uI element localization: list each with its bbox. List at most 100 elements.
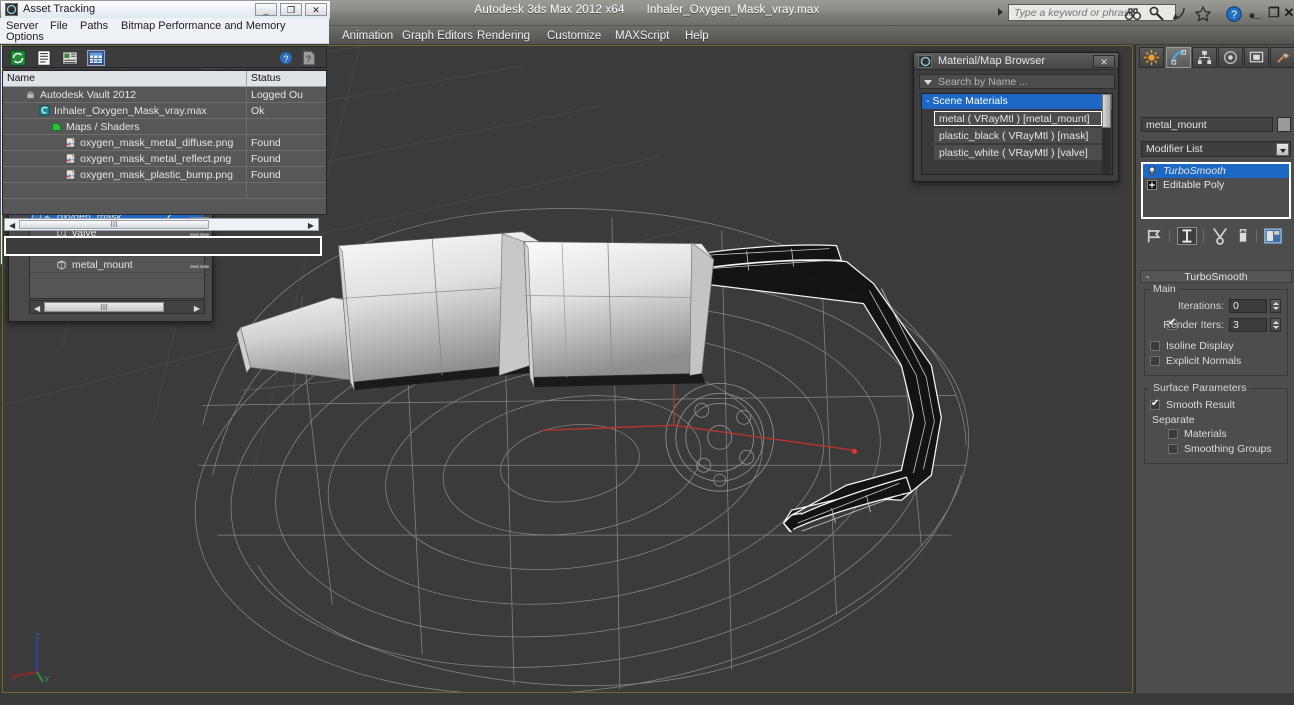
- menu-item-animation[interactable]: Animation: [335, 28, 400, 44]
- scene-materials-group[interactable]: - Scene Materials: [922, 94, 1112, 109]
- grid-view-icon[interactable]: [87, 50, 105, 66]
- pin-stack-icon[interactable]: [1145, 227, 1165, 245]
- materials-row[interactable]: Materials: [1149, 427, 1283, 442]
- asset-col-status[interactable]: Status: [251, 72, 281, 84]
- modifier-item-editable-poly[interactable]: Editable Poly: [1143, 178, 1289, 192]
- make-unique-icon[interactable]: [1210, 227, 1230, 245]
- render-iters-value[interactable]: 3: [1229, 318, 1267, 332]
- binoculars-icon[interactable]: [1124, 5, 1144, 23]
- material-item-plastic-black[interactable]: plastic_black ( VRayMtl ) [mask]: [934, 128, 1102, 143]
- asset-menu-file[interactable]: File: [50, 20, 68, 32]
- close-button[interactable]: ✕: [1281, 5, 1294, 20]
- material-browser-close-button[interactable]: ✕: [1093, 55, 1115, 68]
- maximize-button[interactable]: ❐: [1266, 5, 1282, 20]
- list-view-icon[interactable]: [35, 50, 53, 66]
- motion-tab[interactable]: [1218, 47, 1243, 68]
- asset-col-name[interactable]: Name: [7, 72, 35, 84]
- material-item-metal[interactable]: metal ( VRayMtl ) [metal_mount]: [934, 111, 1102, 126]
- materials-label: Materials: [1184, 428, 1227, 440]
- modifier-list-dropdown[interactable]: Modifier List: [1141, 141, 1291, 157]
- asset-row-vault[interactable]: Autodesk Vault 2012 Logged Ou: [3, 87, 326, 103]
- render-iters-label: Render Iters:: [1163, 319, 1224, 331]
- asset-tracking-grid[interactable]: Name Status Autodesk Vault 2012 Logged O…: [2, 70, 327, 215]
- context-help-icon[interactable]: ?: [300, 50, 318, 66]
- scroll-left-arrow-icon[interactable]: ◀: [34, 304, 40, 313]
- utilities-tab[interactable]: [1270, 47, 1294, 68]
- layer-freeze-cell[interactable]: ▬▬: [190, 257, 210, 273]
- asset-menu-paths[interactable]: Paths: [80, 20, 108, 32]
- modify-tab[interactable]: [1166, 47, 1191, 68]
- help-question-icon[interactable]: ?: [278, 50, 296, 66]
- menu-item-rendering[interactable]: Rendering: [470, 28, 537, 44]
- configure-sets-icon[interactable]: [1263, 227, 1283, 245]
- scroll-left-arrow-icon[interactable]: ◀: [9, 221, 15, 230]
- menu-item-graph-editors[interactable]: Graph Editors: [395, 28, 480, 44]
- plus-box-icon[interactable]: [1147, 180, 1157, 190]
- material-list[interactable]: - Scene Materials metal ( VRayMtl ) [met…: [921, 93, 1113, 175]
- layer-horizontal-scrollbar[interactable]: ◀ ▶ III: [29, 300, 205, 314]
- menu-item-customize[interactable]: Customize: [540, 28, 608, 44]
- menu-item-help[interactable]: Help: [678, 28, 716, 44]
- asset-horizontal-scrollbar[interactable]: ◀ ▶ III: [4, 218, 319, 231]
- thumbnail-view-icon[interactable]: [61, 50, 79, 66]
- smoothing-groups-row[interactable]: Smoothing Groups: [1149, 442, 1283, 457]
- star-icon[interactable]: [1194, 5, 1214, 23]
- asset-row-metal-diffuse[interactable]: oxygen_mask_metal_diffuse.png Found: [3, 135, 326, 151]
- material-browser-titlebar[interactable]: Material/Map Browser ✕: [914, 53, 1118, 70]
- explicit-normals-checkbox[interactable]: [1150, 356, 1160, 366]
- refresh-icon[interactable]: [9, 50, 27, 66]
- object-name-field[interactable]: metal_mount: [1141, 117, 1273, 132]
- minimize-button[interactable]: _: [1249, 5, 1265, 20]
- menu-item-maxscript[interactable]: MAXScript: [608, 28, 676, 44]
- modifier-stack[interactable]: TurboSmooth Editable Poly: [1141, 162, 1291, 219]
- asset-tracking-dialog[interactable]: Asset Tracking _ ❐ ✕ Server File Paths B…: [0, 0, 331, 265]
- material-list-scrollbar[interactable]: [1102, 94, 1111, 174]
- search-dropdown-arrow-icon[interactable]: [924, 80, 932, 85]
- scroll-right-arrow-icon[interactable]: ▶: [194, 304, 200, 313]
- scroll-thumb[interactable]: [1102, 94, 1111, 128]
- smooth-result-row[interactable]: Smooth Result: [1149, 397, 1283, 413]
- iterations-spinner[interactable]: [1270, 299, 1281, 313]
- lightbulb-icon[interactable]: [1147, 166, 1157, 176]
- material-item-plastic-white[interactable]: plastic_white ( VRayMtl ) [valve]: [934, 145, 1102, 160]
- asset-menu-options[interactable]: Options: [6, 31, 44, 43]
- asset-minimize-button[interactable]: _: [255, 3, 277, 16]
- remove-modifier-icon[interactable]: [1233, 227, 1253, 245]
- rollout-collapse-icon[interactable]: -: [1146, 271, 1150, 283]
- satellite-icon[interactable]: [1171, 5, 1191, 23]
- iterations-value[interactable]: 0: [1229, 299, 1267, 313]
- asset-row-maxfile[interactable]: Inhaler_Oxygen_Mask_vray.max Ok: [3, 103, 326, 119]
- asset-menu-bitmap[interactable]: Bitmap Performance and Memory: [121, 20, 285, 32]
- layer-row-metal-mount[interactable]: metal_mount ▬▬: [30, 257, 209, 273]
- show-end-result-icon[interactable]: [1177, 227, 1197, 245]
- scroll-thumb[interactable]: III: [44, 302, 164, 312]
- asset-close-button[interactable]: ✕: [305, 3, 327, 16]
- hierarchy-tab[interactable]: [1192, 47, 1217, 68]
- material-map-browser-dialog[interactable]: Material/Map Browser ✕ Search by Name ..…: [913, 52, 1119, 182]
- scroll-right-arrow-icon[interactable]: ▶: [308, 221, 314, 230]
- rollout-header[interactable]: - TurboSmooth: [1140, 270, 1292, 283]
- smoothing-groups-checkbox[interactable]: [1168, 444, 1178, 454]
- asset-row-metal-reflect[interactable]: oxygen_mask_metal_reflect.png Found: [3, 151, 326, 167]
- wrench-icon[interactable]: [1148, 5, 1168, 23]
- explicit-normals-row[interactable]: Explicit Normals: [1149, 354, 1283, 369]
- isoline-display-checkbox[interactable]: [1150, 341, 1160, 351]
- render-iters-spinner[interactable]: [1270, 318, 1281, 332]
- material-search-field[interactable]: Search by Name ...: [919, 74, 1115, 89]
- smooth-result-checkbox[interactable]: [1150, 397, 1160, 411]
- asset-restore-button[interactable]: ❐: [280, 3, 302, 16]
- infocenter-arrow-icon[interactable]: [998, 8, 1003, 16]
- scroll-thumb[interactable]: III: [19, 220, 209, 229]
- materials-checkbox[interactable]: [1168, 429, 1178, 439]
- chevron-down-icon[interactable]: [1276, 143, 1289, 156]
- asset-row-plastic-bump[interactable]: oxygen_mask_plastic_bump.png Found: [3, 167, 326, 183]
- asset-tracking-titlebar[interactable]: Asset Tracking _ ❐ ✕: [1, 1, 330, 19]
- asset-row-maps-shaders[interactable]: Maps / Shaders: [3, 119, 326, 135]
- modifier-item-turbosmooth[interactable]: TurboSmooth: [1143, 164, 1289, 178]
- command-panel[interactable]: metal_mount Modifier List TurboSmooth Ed…: [1135, 45, 1294, 693]
- isoline-display-row[interactable]: Isoline Display: [1149, 339, 1283, 354]
- display-tab[interactable]: [1244, 47, 1269, 68]
- create-tab[interactable]: [1139, 47, 1164, 68]
- help-icon[interactable]: ?: [1225, 5, 1245, 23]
- object-color-swatch[interactable]: [1277, 117, 1291, 132]
